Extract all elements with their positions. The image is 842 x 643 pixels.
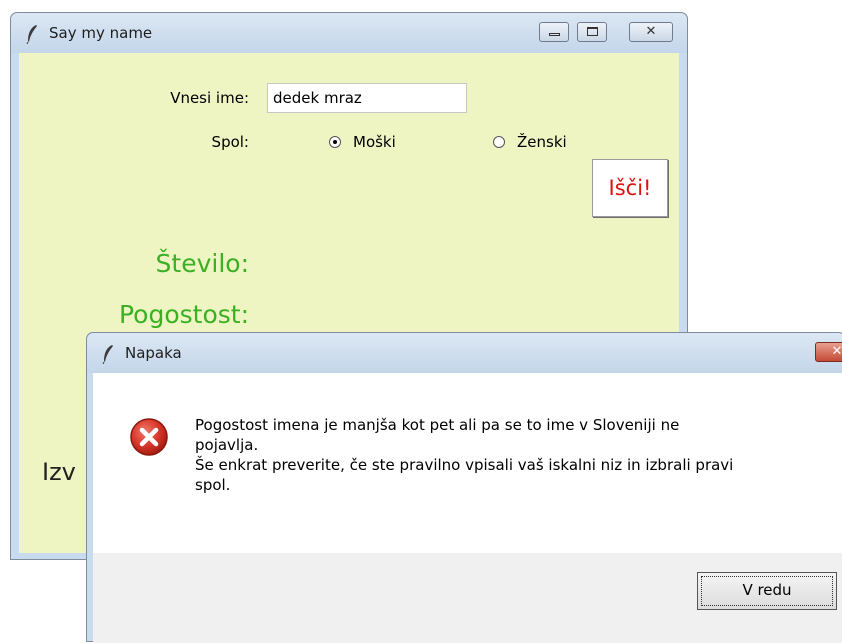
radio-male-indicator[interactable] [329,136,341,148]
close-icon: ✕ [831,344,842,359]
maximize-icon [587,27,598,36]
radio-male[interactable]: Moški [329,133,396,151]
minimize-icon [549,33,560,36]
message-line: pojavlja. [195,436,259,454]
ok-button[interactable]: V redu [697,572,837,610]
radio-female-indicator[interactable] [493,136,505,148]
partial-label: Izv [42,458,76,486]
main-titlebar[interactable]: Say my name ✕ [11,13,687,53]
dialog-footer: V redu [93,553,842,643]
dialog-close-button[interactable]: ✕ [815,342,842,362]
message-line: spol. [195,476,231,494]
gender-label: Spol: [211,133,249,151]
message-line: Še enkrat preverite, če ste pravilno vpi… [195,456,734,474]
name-input[interactable]: dedek mraz [267,83,467,113]
frequency-label: Pogostost: [118,300,249,329]
dialog-titlebar[interactable]: Napaka ✕ [87,333,842,373]
error-message: Pogostost imena je manjša kot pet ali pa… [195,415,775,495]
radio-female-label: Ženski [517,133,567,151]
search-button[interactable]: Išči! [592,159,668,217]
error-dialog: Napaka ✕ Pogostost imena je manjša kot p… [86,332,842,643]
count-label: Število: [155,249,249,278]
name-label: Vnesi ime: [170,89,249,107]
ok-button-label: V redu [742,581,792,599]
dialog-content: Pogostost imena je manjša kot pet ali pa… [93,373,842,553]
close-button[interactable]: ✕ [629,22,673,42]
main-window-title: Say my name [49,24,153,42]
maximize-button[interactable] [577,22,607,42]
error-icon [130,418,168,456]
close-icon: ✕ [645,24,657,39]
feather-icon [102,345,113,364]
radio-female[interactable]: Ženski [493,133,567,151]
feather-icon [26,25,37,44]
dialog-title: Napaka [125,344,182,362]
radio-male-label: Moški [353,133,396,151]
minimize-button[interactable] [539,22,569,42]
message-line: Pogostost imena je manjša kot pet ali pa… [195,416,680,434]
